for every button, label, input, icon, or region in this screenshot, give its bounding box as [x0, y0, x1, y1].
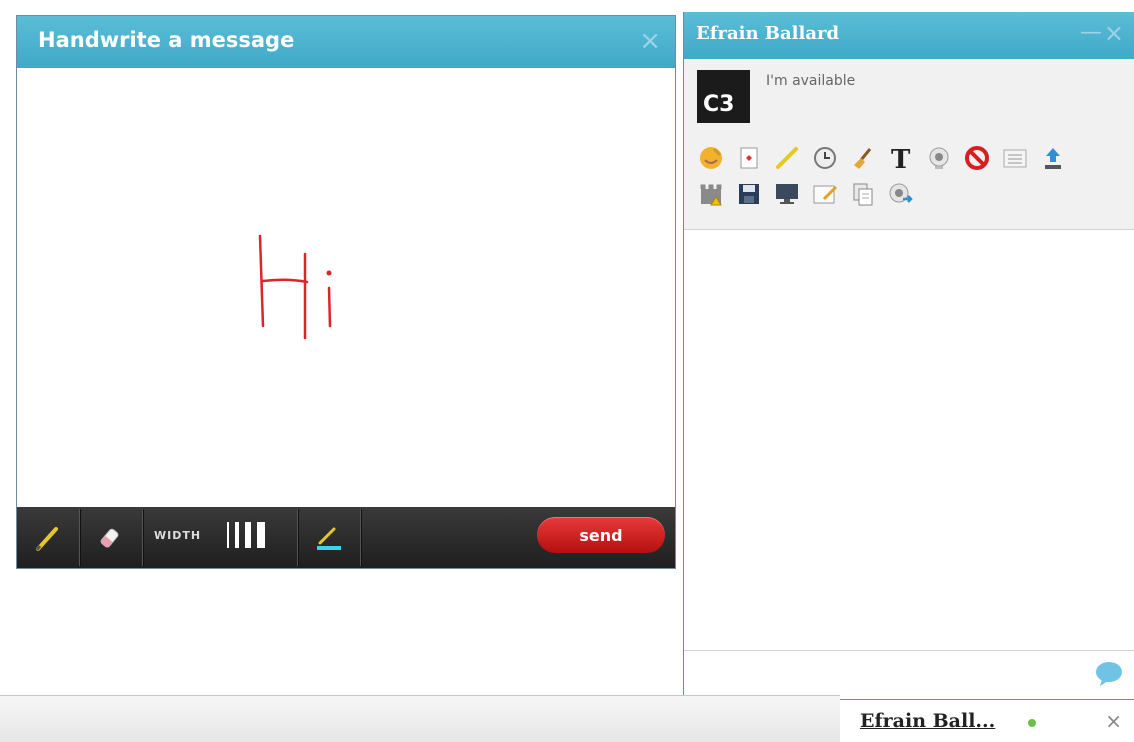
share-icon[interactable] — [886, 179, 916, 209]
width-option-3[interactable] — [245, 522, 251, 548]
castle-icon[interactable] — [696, 179, 726, 209]
action-icons-row-2 — [696, 179, 916, 209]
close-icon[interactable]: × — [1104, 19, 1124, 47]
close-icon[interactable]: × — [1105, 709, 1122, 733]
pencil-tool-button[interactable] — [17, 507, 79, 568]
contact-info: C3 I'm available T — [684, 59, 1134, 230]
handwriting-strokes — [258, 234, 332, 340]
drawing-canvas[interactable] — [17, 68, 675, 508]
note-icon[interactable] — [810, 179, 840, 209]
message-input[interactable] — [684, 650, 1134, 699]
upload-icon[interactable] — [1038, 143, 1068, 173]
toolbar-divider — [360, 509, 362, 566]
width-option-4[interactable] — [257, 522, 265, 548]
width-option-1[interactable] — [227, 522, 229, 548]
chat-header: Efrain Ballard — × — [684, 12, 1134, 59]
width-selector — [227, 522, 265, 548]
pencil-icon — [35, 526, 58, 551]
online-status-icon — [1028, 719, 1036, 727]
close-icon[interactable]: × — [639, 26, 661, 56]
monitor-icon[interactable] — [772, 179, 802, 209]
chat-tab[interactable]: Efrain Ball... × — [846, 700, 1134, 741]
message-area — [684, 230, 1134, 650]
send-button[interactable]: send — [537, 517, 665, 553]
status-text: I'm available — [766, 73, 856, 89]
clock-icon[interactable] — [810, 143, 840, 173]
list-icon[interactable] — [1000, 143, 1030, 173]
webcam-icon[interactable] — [924, 143, 954, 173]
color-picker-button[interactable] — [298, 507, 360, 568]
emoticon-icon[interactable] — [696, 143, 726, 173]
handwrite-toolbar: WIDTH send — [17, 507, 675, 568]
save-icon[interactable] — [734, 179, 764, 209]
card-icon[interactable] — [734, 143, 764, 173]
eraser-tool-button[interactable] — [80, 507, 142, 568]
handwrite-header: Handwrite a message × — [17, 16, 675, 68]
avatar: C3 — [697, 70, 750, 123]
width-label: WIDTH — [154, 529, 202, 542]
eraser-icon — [100, 528, 119, 548]
width-option-2[interactable] — [235, 522, 239, 548]
action-icons-row-1: T — [696, 143, 1068, 173]
toolbar-divider — [142, 509, 144, 566]
block-icon[interactable] — [962, 143, 992, 173]
svg-text:T: T — [891, 145, 911, 171]
copy-icon[interactable] — [848, 179, 878, 209]
broom-icon[interactable] — [848, 143, 878, 173]
text-icon[interactable]: T — [886, 143, 916, 173]
contact-name: Efrain Ballard — [696, 23, 840, 44]
pencil-icon[interactable] — [772, 143, 802, 173]
handwrite-title: Handwrite a message — [38, 28, 295, 52]
chat-bubble-icon[interactable] — [1094, 661, 1124, 691]
bottom-bar — [0, 695, 840, 742]
chat-tab-name[interactable]: Efrain Ball... — [860, 710, 995, 732]
handwrite-window: Handwrite a message × WIDTH send — [16, 15, 676, 569]
color-picker-icon — [317, 527, 341, 550]
chat-window: Efrain Ballard — × C3 I'm available T — [683, 12, 1134, 700]
minimize-icon[interactable]: — — [1080, 20, 1102, 45]
